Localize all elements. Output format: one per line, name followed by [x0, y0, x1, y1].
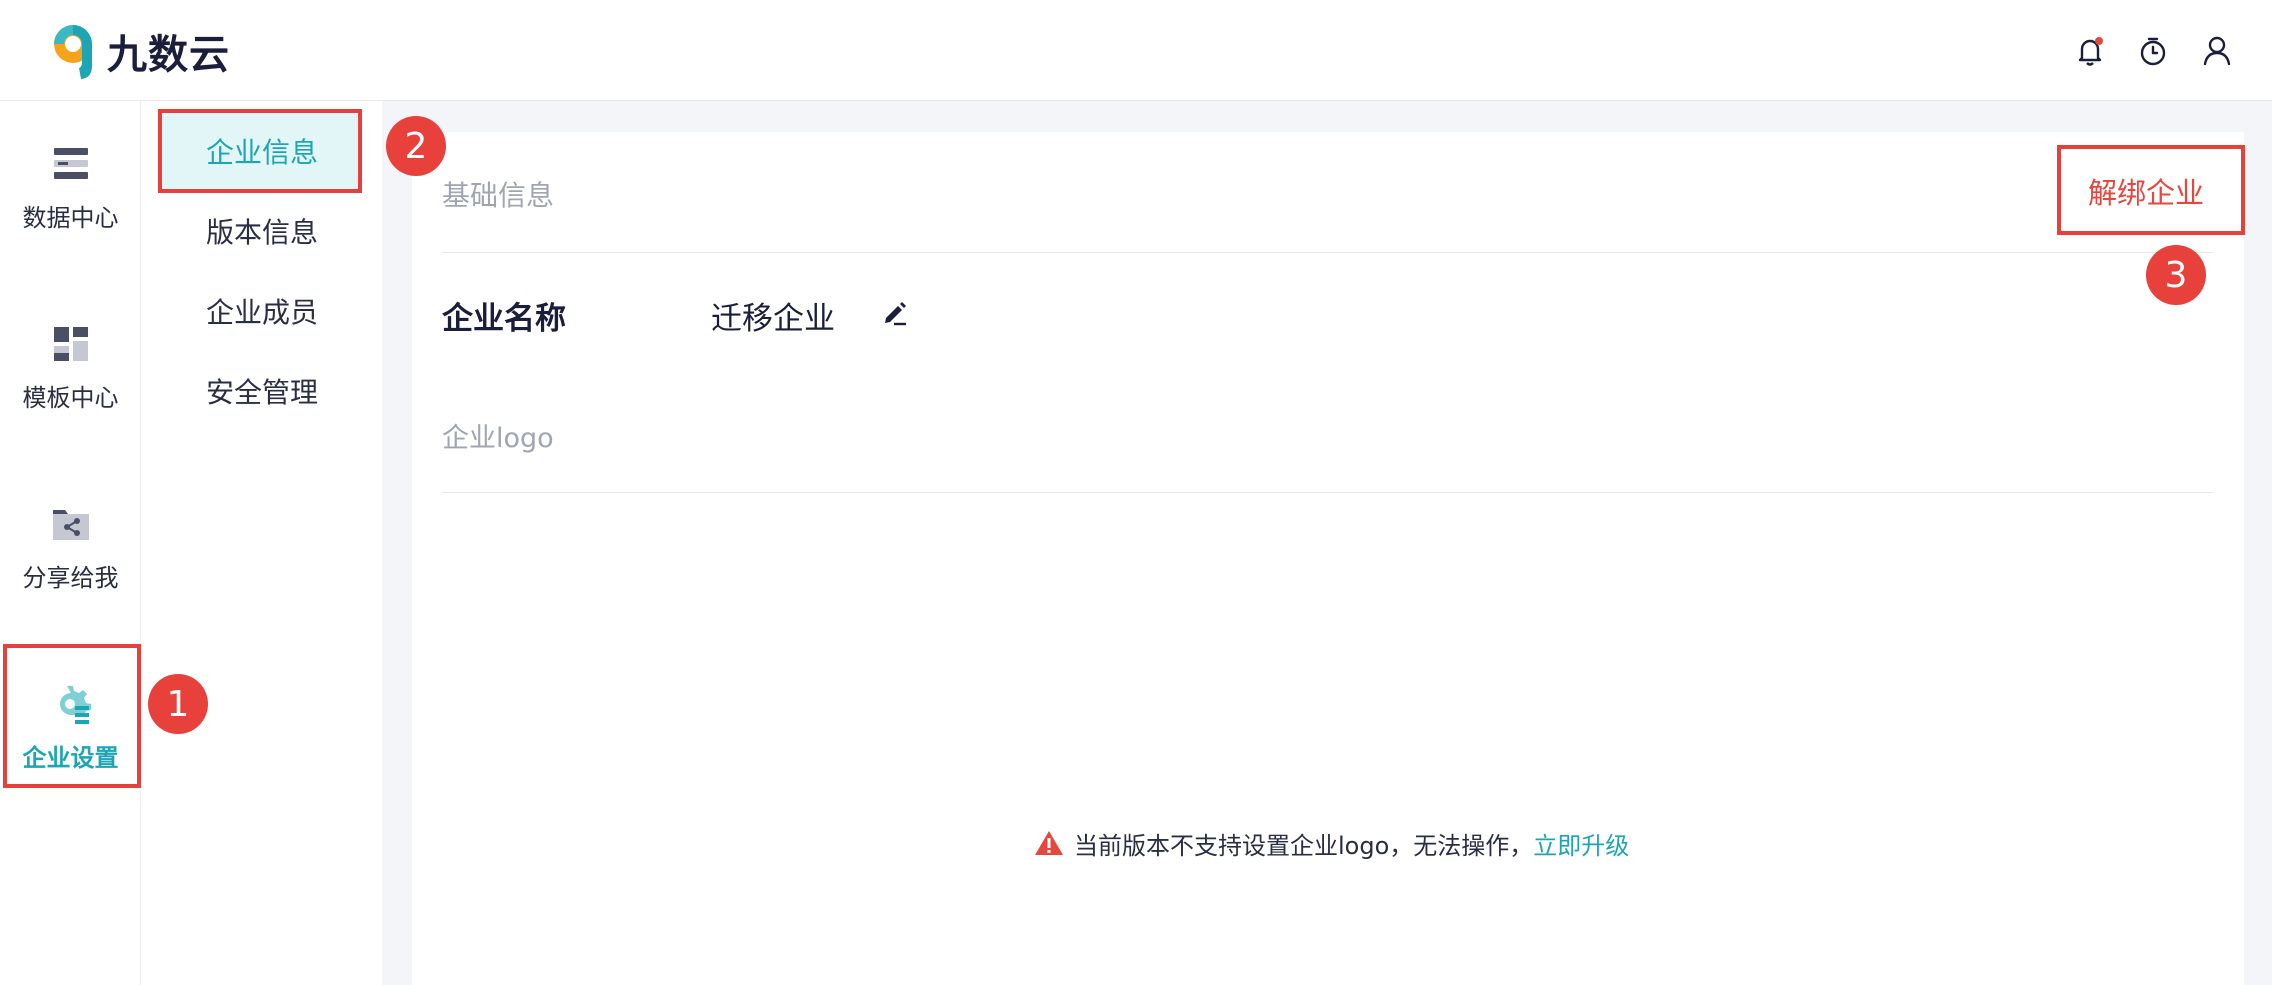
annotation-number-1: 1 — [148, 674, 208, 734]
sub-nav: 企业信息 版本信息 企业成员 安全管理 — [142, 101, 382, 985]
section-divider — [442, 252, 2213, 253]
left-nav: 数据中心 模板中心 分享给我 企业设置 — [0, 101, 141, 985]
edit-icon[interactable] — [880, 298, 910, 328]
enterprise-logo-label: 企业logo — [442, 423, 554, 454]
annotation-box-2 — [158, 109, 362, 193]
template-center-icon — [53, 327, 88, 361]
logo-divider — [442, 492, 2213, 493]
shared-with-me-icon — [52, 510, 89, 540]
annotation-number-3: 3 — [2146, 245, 2206, 305]
nav-item-shared-with-me[interactable]: 分享给我 — [0, 475, 141, 620]
section-title: 基础信息 — [442, 179, 555, 212]
subnav-item-version-info[interactable]: 版本信息 — [162, 193, 362, 269]
brand-name: 九数云 — [107, 32, 230, 78]
enterprise-name-value: 迁移企业 — [711, 301, 835, 337]
bell-icon[interactable] — [2070, 31, 2110, 71]
annotation-box-1 — [3, 644, 141, 788]
nav-label-shared-with-me: 分享给我 — [22, 564, 119, 592]
notice-text: 当前版本不支持设置企业logo，无法操作， — [1074, 831, 1534, 860]
user-icon[interactable] — [2197, 31, 2237, 71]
upgrade-now-link[interactable]: 立即升级 — [1533, 826, 1629, 861]
subnav-item-enterprise-members[interactable]: 企业成员 — [162, 273, 362, 349]
nav-item-data-center[interactable]: 数据中心 — [0, 115, 141, 260]
nav-item-template-center[interactable]: 模板中心 — [0, 295, 141, 440]
nav-label-template-center: 模板中心 — [22, 384, 119, 412]
data-center-icon — [53, 148, 88, 179]
upgrade-notice: 当前版本不支持设置企业logo，无法操作， 立即升级 — [1034, 826, 1629, 860]
brand-logo[interactable]: 九数云 — [51, 22, 230, 80]
timer-icon[interactable] — [2133, 31, 2173, 71]
top-header: 九数云 — [0, 0, 2272, 101]
annotation-box-3 — [2057, 145, 2245, 235]
annotation-number-2: 2 — [386, 116, 446, 176]
nav-label-data-center: 数据中心 — [22, 204, 119, 232]
brand-logo-icon — [54, 25, 92, 79]
warning-icon — [1035, 831, 1063, 855]
enterprise-name-label: 企业名称 — [442, 301, 566, 337]
subnav-item-security-management[interactable]: 安全管理 — [162, 353, 362, 429]
